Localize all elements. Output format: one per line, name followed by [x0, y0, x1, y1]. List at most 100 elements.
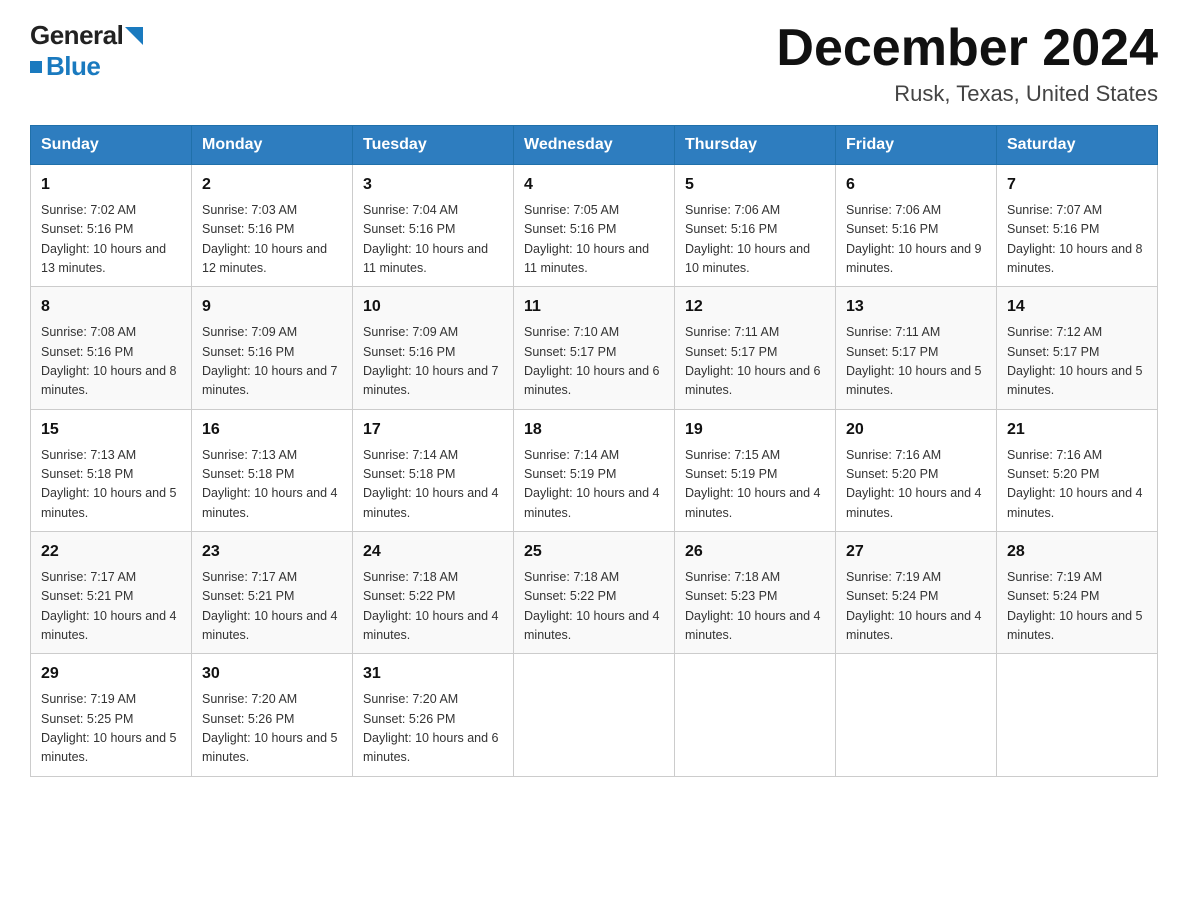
calendar-cell: 30Sunrise: 7:20 AMSunset: 5:26 PMDayligh…	[192, 654, 353, 776]
logo-text-blue: Blue	[46, 51, 100, 82]
day-number: 6	[846, 173, 986, 198]
calendar-cell: 13Sunrise: 7:11 AMSunset: 5:17 PMDayligh…	[836, 287, 997, 409]
calendar-cell: 25 Sunrise: 7:18 AMSunset: 5:22 PMDayligh…	[514, 532, 675, 654]
calendar-cell: 20Sunrise: 7:16 AMSunset: 5:20 PMDayligh…	[836, 409, 997, 531]
calendar-cell: 17 Sunrise: 7:14 AMSunset: 5:18 PMDayligh…	[353, 409, 514, 531]
day-info: Sunrise: 7:19 AMSunset: 5:24 PMDaylight:…	[1007, 568, 1147, 646]
calendar-cell: 2 Sunrise: 7:03 AMSunset: 5:16 PMDaylight…	[192, 165, 353, 287]
calendar-cell: 1 Sunrise: 7:02 AMSunset: 5:16 PMDaylight…	[31, 165, 192, 287]
weekday-header-thursday: Thursday	[675, 126, 836, 165]
day-number: 26	[685, 540, 825, 565]
weekday-header-sunday: Sunday	[31, 126, 192, 165]
calendar-cell: 19 Sunrise: 7:15 AMSunset: 5:19 PMDayligh…	[675, 409, 836, 531]
day-number: 28	[1007, 540, 1147, 565]
day-number: 1	[41, 173, 181, 198]
day-info: Sunrise: 7:14 AMSunset: 5:19 PMDaylight:…	[524, 446, 664, 524]
weekday-header-row: SundayMondayTuesdayWednesdayThursdayFrid…	[31, 126, 1158, 165]
calendar-cell: 14Sunrise: 7:12 AMSunset: 5:17 PMDayligh…	[997, 287, 1158, 409]
day-number: 4	[524, 173, 664, 198]
day-info: Sunrise: 7:04 AMSunset: 5:16 PMDaylight:…	[363, 201, 503, 279]
day-number: 2	[202, 173, 342, 198]
day-info: Sunrise: 7:16 AMSunset: 5:20 PMDaylight:…	[846, 446, 986, 524]
day-info: Sunrise: 7:03 AMSunset: 5:16 PMDaylight:…	[202, 201, 342, 279]
day-number: 21	[1007, 418, 1147, 443]
day-number: 22	[41, 540, 181, 565]
day-number: 31	[363, 662, 503, 687]
day-number: 19	[685, 418, 825, 443]
day-info: Sunrise: 7:07 AMSunset: 5:16 PMDaylight:…	[1007, 201, 1147, 279]
calendar-week-row: 8Sunrise: 7:08 AMSunset: 5:16 PMDaylight…	[31, 287, 1158, 409]
day-info: Sunrise: 7:17 AMSunset: 5:21 PMDaylight:…	[202, 568, 342, 646]
weekday-header-saturday: Saturday	[997, 126, 1158, 165]
day-info: Sunrise: 7:02 AMSunset: 5:16 PMDaylight:…	[41, 201, 181, 279]
day-number: 9	[202, 295, 342, 320]
day-info: Sunrise: 7:05 AMSunset: 5:16 PMDaylight:…	[524, 201, 664, 279]
calendar-cell: 6 Sunrise: 7:06 AMSunset: 5:16 PMDaylight…	[836, 165, 997, 287]
calendar-cell: 7 Sunrise: 7:07 AMSunset: 5:16 PMDaylight…	[997, 165, 1158, 287]
calendar-cell: 18 Sunrise: 7:14 AMSunset: 5:19 PMDayligh…	[514, 409, 675, 531]
day-info: Sunrise: 7:12 AMSunset: 5:17 PMDaylight:…	[1007, 323, 1147, 401]
logo: General Blue	[30, 20, 143, 82]
day-info: Sunrise: 7:18 AMSunset: 5:23 PMDaylight:…	[685, 568, 825, 646]
calendar-cell: 15Sunrise: 7:13 AMSunset: 5:18 PMDayligh…	[31, 409, 192, 531]
calendar-cell: 21Sunrise: 7:16 AMSunset: 5:20 PMDayligh…	[997, 409, 1158, 531]
calendar-cell	[675, 654, 836, 776]
day-number: 17	[363, 418, 503, 443]
day-info: Sunrise: 7:09 AMSunset: 5:16 PMDaylight:…	[202, 323, 342, 401]
weekday-header-monday: Monday	[192, 126, 353, 165]
day-number: 12	[685, 295, 825, 320]
calendar-week-row: 29Sunrise: 7:19 AMSunset: 5:25 PMDayligh…	[31, 654, 1158, 776]
day-info: Sunrise: 7:11 AMSunset: 5:17 PMDaylight:…	[685, 323, 825, 401]
calendar-cell: 5Sunrise: 7:06 AMSunset: 5:16 PMDaylight…	[675, 165, 836, 287]
day-number: 16	[202, 418, 342, 443]
day-info: Sunrise: 7:20 AMSunset: 5:26 PMDaylight:…	[363, 690, 503, 768]
logo-triangle-icon	[125, 27, 143, 45]
day-info: Sunrise: 7:17 AMSunset: 5:21 PMDaylight:…	[41, 568, 181, 646]
day-number: 3	[363, 173, 503, 198]
logo-square-icon	[30, 61, 42, 73]
day-info: Sunrise: 7:06 AMSunset: 5:16 PMDaylight:…	[846, 201, 986, 279]
day-number: 8	[41, 295, 181, 320]
calendar-cell	[836, 654, 997, 776]
day-number: 10	[363, 295, 503, 320]
day-info: Sunrise: 7:15 AMSunset: 5:19 PMDaylight:…	[685, 446, 825, 524]
day-info: Sunrise: 7:13 AMSunset: 5:18 PMDaylight:…	[41, 446, 181, 524]
calendar-cell: 9 Sunrise: 7:09 AMSunset: 5:16 PMDaylight…	[192, 287, 353, 409]
day-number: 30	[202, 662, 342, 687]
day-number: 18	[524, 418, 664, 443]
day-info: Sunrise: 7:18 AMSunset: 5:22 PMDaylight:…	[363, 568, 503, 646]
calendar-cell: 24Sunrise: 7:18 AMSunset: 5:22 PMDayligh…	[353, 532, 514, 654]
location-title: Rusk, Texas, United States	[776, 81, 1158, 107]
day-info: Sunrise: 7:14 AMSunset: 5:18 PMDaylight:…	[363, 446, 503, 524]
day-info: Sunrise: 7:18 AMSunset: 5:22 PMDaylight:…	[524, 568, 664, 646]
calendar-cell: 31 Sunrise: 7:20 AMSunset: 5:26 PMDayligh…	[353, 654, 514, 776]
calendar-cell: 8Sunrise: 7:08 AMSunset: 5:16 PMDaylight…	[31, 287, 192, 409]
day-info: Sunrise: 7:13 AMSunset: 5:18 PMDaylight:…	[202, 446, 342, 524]
day-info: Sunrise: 7:09 AMSunset: 5:16 PMDaylight:…	[363, 323, 503, 401]
page-header: General Blue December 2024 Rusk, Texas, …	[30, 20, 1158, 107]
calendar-cell: 22 Sunrise: 7:17 AMSunset: 5:21 PMDayligh…	[31, 532, 192, 654]
day-info: Sunrise: 7:19 AMSunset: 5:24 PMDaylight:…	[846, 568, 986, 646]
day-number: 7	[1007, 173, 1147, 198]
day-number: 29	[41, 662, 181, 687]
calendar-table: SundayMondayTuesdayWednesdayThursdayFrid…	[30, 125, 1158, 776]
calendar-cell	[514, 654, 675, 776]
day-number: 11	[524, 295, 664, 320]
calendar-cell: 11Sunrise: 7:10 AMSunset: 5:17 PMDayligh…	[514, 287, 675, 409]
day-number: 13	[846, 295, 986, 320]
calendar-cell	[997, 654, 1158, 776]
calendar-week-row: 1 Sunrise: 7:02 AMSunset: 5:16 PMDaylight…	[31, 165, 1158, 287]
calendar-cell: 4 Sunrise: 7:05 AMSunset: 5:16 PMDaylight…	[514, 165, 675, 287]
weekday-header-tuesday: Tuesday	[353, 126, 514, 165]
logo-text-general: General	[30, 20, 123, 51]
calendar-cell: 10 Sunrise: 7:09 AMSunset: 5:16 PMDayligh…	[353, 287, 514, 409]
calendar-cell: 26 Sunrise: 7:18 AMSunset: 5:23 PMDayligh…	[675, 532, 836, 654]
calendar-cell: 12 Sunrise: 7:11 AMSunset: 5:17 PMDayligh…	[675, 287, 836, 409]
calendar-cell: 3 Sunrise: 7:04 AMSunset: 5:16 PMDaylight…	[353, 165, 514, 287]
calendar-cell: 23Sunrise: 7:17 AMSunset: 5:21 PMDayligh…	[192, 532, 353, 654]
calendar-cell: 28 Sunrise: 7:19 AMSunset: 5:24 PMDayligh…	[997, 532, 1158, 654]
day-number: 25	[524, 540, 664, 565]
month-title: December 2024	[776, 20, 1158, 77]
calendar-week-row: 22 Sunrise: 7:17 AMSunset: 5:21 PMDayligh…	[31, 532, 1158, 654]
weekday-header-wednesday: Wednesday	[514, 126, 675, 165]
